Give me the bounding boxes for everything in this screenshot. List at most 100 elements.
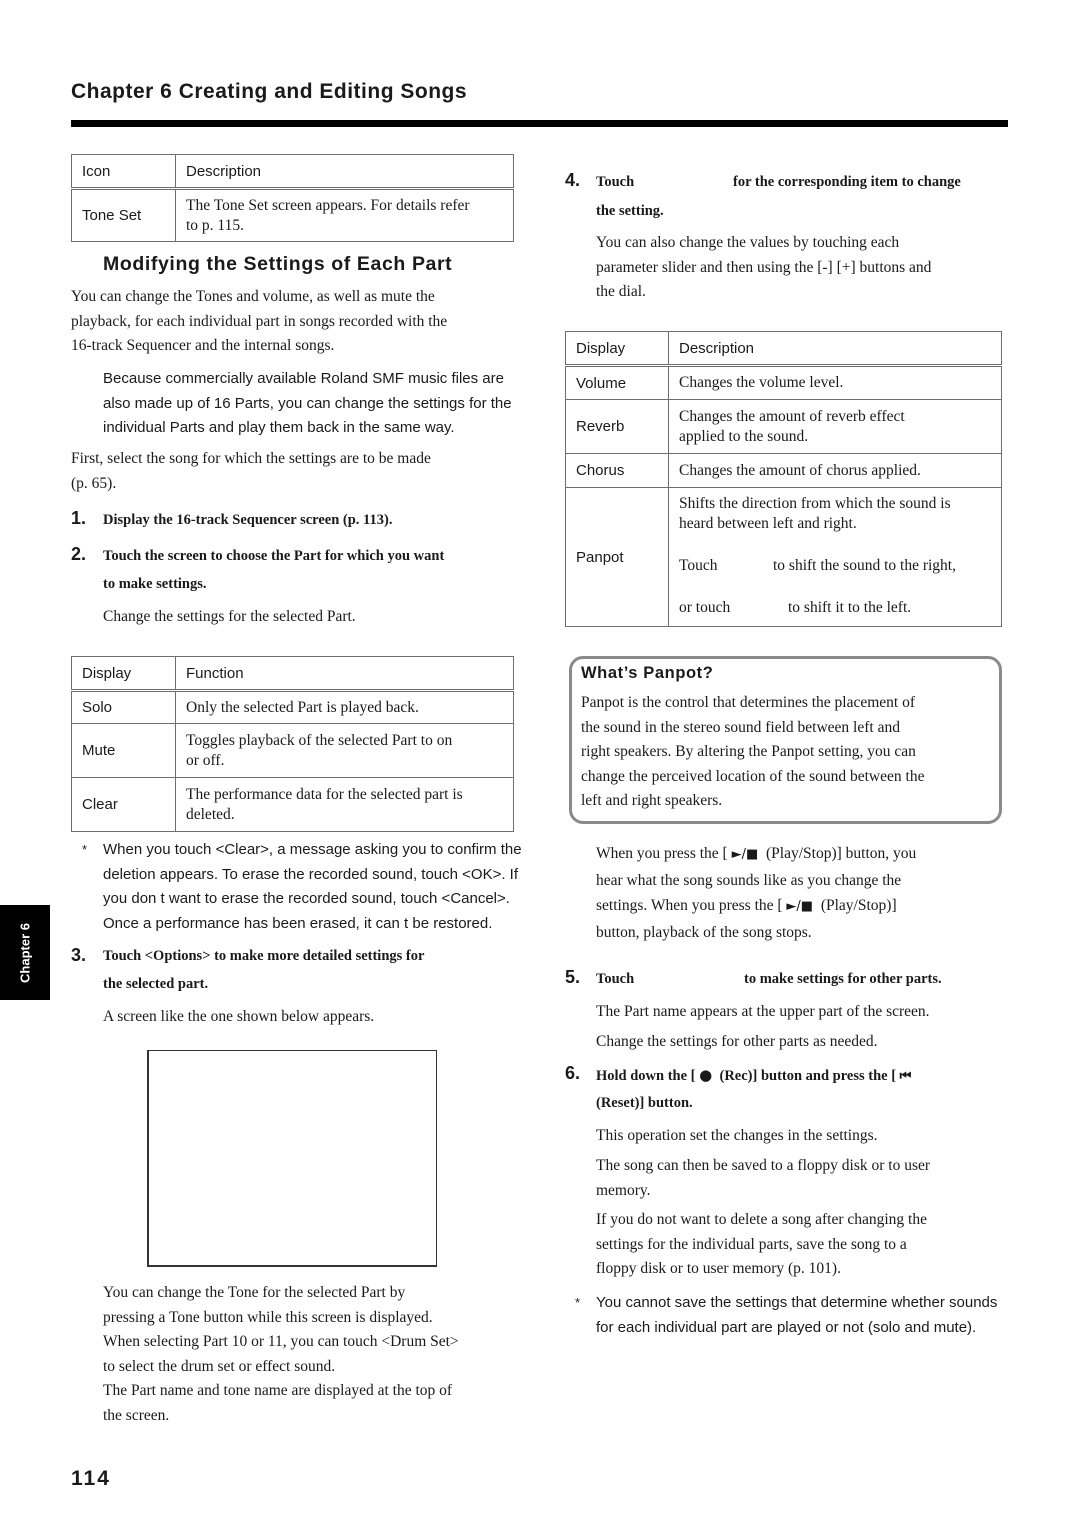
desc-line: heard between left and right. <box>679 515 857 532</box>
table-header-cell: Function <box>175 656 514 692</box>
step-number: 2. <box>71 544 87 564</box>
text-line: to select the drum set or effect sound. <box>103 1357 336 1375</box>
text-line: memory. <box>596 1181 651 1199</box>
chapter-side-tab: Chapter 6 <box>0 905 50 1000</box>
table-row: Mute Toggles playback of the selected Pa… <box>71 723 514 778</box>
step-text: Display the 16-track Sequencer screen (p… <box>103 512 393 528</box>
table-row: Chorus Changes the amount of chorus appl… <box>565 453 1002 488</box>
note-asterisk: * <box>82 842 88 857</box>
table-cell-label: Solo <box>71 690 176 724</box>
text-line: When you press the [ ►/■ (Play/Stop)] bu… <box>596 841 916 868</box>
play-stop-note: When you press the [ ►/■ (Play/Stop)] bu… <box>596 841 916 945</box>
save-note: You cannot save the settings that determ… <box>596 1291 997 1340</box>
text-line: You can change the Tone for the selected… <box>103 1284 406 1301</box>
table-row: Tone Set The Tone Set screen appears. Fo… <box>71 188 514 242</box>
step-text: Touch <box>596 971 635 987</box>
text-line: (p. 65). <box>71 474 117 492</box>
step-sub-text: A screen like the one shown below appear… <box>103 1008 375 1025</box>
table-row: Reverb Changes the amount of reverb effe… <box>565 399 1002 454</box>
table-cell-label: Reverb <box>565 399 669 454</box>
step-text: for the corresponding item to change <box>733 174 961 190</box>
step-text: Hold down the [ ● (Rec)] button and pres… <box>596 1061 911 1091</box>
screen-image-placeholder <box>147 1050 437 1267</box>
pan-right-line: Touch to shift the sound to the right, <box>679 556 991 576</box>
table-header-cell: Description <box>668 331 1002 367</box>
text-line: the screen. <box>103 1406 170 1424</box>
play-stop-icon: ►/■ <box>731 847 759 862</box>
text-line: When you touch <Clear>, a message asking… <box>103 841 522 858</box>
text-fragment: settings. When you press the [ <box>596 897 783 914</box>
record-icon: ● <box>699 1066 713 1084</box>
step-sub-text: The Part name appears at the upper part … <box>596 1003 930 1020</box>
text-line: Because commercially available Roland SM… <box>103 370 504 387</box>
table-cell-label: Clear <box>71 777 176 832</box>
text-line: button, playback of the song stops. <box>596 923 812 941</box>
text-line: the sound in the stereo sound field betw… <box>581 718 900 736</box>
table-cell-label: Chorus <box>565 453 669 488</box>
step-text: Touch <Options> to make more detailed se… <box>103 942 424 998</box>
table-header-cell: Display <box>71 656 176 692</box>
step-number: 3. <box>71 945 87 965</box>
step-sub-text: Change the settings for the selected Par… <box>103 608 356 625</box>
play-stop-icon: ►/■ <box>786 899 814 914</box>
clear-note: When you touch <Clear>, a message asking… <box>103 838 522 936</box>
pan-left-line: or touch to shift it to the left. <box>679 598 991 618</box>
text-line: right speakers. By altering the Panpot s… <box>581 743 916 760</box>
text-line: When selecting Part 10 or 11, you can to… <box>103 1333 459 1350</box>
text-line: Touch <Options> to make more detailed se… <box>103 948 425 964</box>
desc-line: Toggles playback of the selected Part to… <box>186 731 453 749</box>
step-number: 5. <box>565 967 581 987</box>
table-cell-desc: Changes the amount of reverb effect appl… <box>668 399 1002 454</box>
desc-line: deleted. <box>186 805 235 823</box>
info-box-title: What’s Panpot? <box>581 664 714 682</box>
select-song-paragraph: First, select the song for which the set… <box>71 447 431 496</box>
text-line: Panpot is the control that determines th… <box>581 694 916 711</box>
table-header-row: Display Description <box>565 331 1002 367</box>
chapter-title: Chapter 6 Creating and Editing Songs <box>71 80 468 103</box>
text-fragment: Touch <box>679 557 718 574</box>
text-fragment: Hold down the [ <box>596 1068 696 1084</box>
step-text: to make settings for other parts. <box>744 971 942 987</box>
table-cell-desc: Changes the volume level. <box>668 365 1002 400</box>
text-line: Once a performance has been erased, it c… <box>103 914 493 932</box>
smf-note: Because commercially available Roland SM… <box>103 367 512 441</box>
section-title: Modifying the Settings of Each Part <box>103 253 453 275</box>
text-line: the dial. <box>596 283 646 300</box>
table-row: Clear The performance data for the selec… <box>71 777 514 832</box>
table-header-cell: Description <box>175 154 514 190</box>
text-line: the selected part. <box>103 976 209 992</box>
table-header-cell: Display <box>565 331 669 367</box>
text-line: left and right speakers. <box>581 792 723 809</box>
text-fragment: or touch <box>679 599 731 616</box>
text-line: First, select the song for which the set… <box>71 450 431 467</box>
table-cell-desc: The performance data for the selected pa… <box>175 777 514 832</box>
text-line: parameter slider and then using the [-] … <box>596 258 932 276</box>
table-cell-desc: The Tone Set screen appears. For details… <box>175 188 514 242</box>
parameter-table: Display Description Volume Changes the v… <box>565 331 1002 627</box>
text-line: Touch the screen to choose the Part for … <box>103 548 445 564</box>
table-cell-desc: Toggles playback of the selected Part to… <box>175 723 514 778</box>
desc-line: Shifts the direction from which the soun… <box>679 495 951 512</box>
desc-line: or off. <box>186 751 225 769</box>
text-line: If you do not want to delete a song afte… <box>596 1211 927 1228</box>
desc-line: to p. 115. <box>186 216 244 234</box>
icon-table: Icon Description Tone Set The Tone Set s… <box>71 154 514 242</box>
text-fragment: (Play/Stop)] <box>820 897 897 914</box>
text-line: playback, for each individual part in so… <box>71 312 448 330</box>
table-cell-label: Mute <box>71 723 176 778</box>
text-line: You cannot save the settings that determ… <box>596 1294 998 1311</box>
text-line: The Part name and tone name are displaye… <box>103 1382 453 1399</box>
text-line: change the perceived location of the sou… <box>581 767 925 785</box>
text-line: You can change the Tones and volume, as … <box>71 288 435 305</box>
title-rule <box>71 120 1008 127</box>
table-cell-label: Tone Set <box>71 188 176 242</box>
text-line: The song can then be saved to a floppy d… <box>596 1157 931 1174</box>
step-sub-text: You can also change the values by touchi… <box>596 231 931 305</box>
step-number: 6. <box>565 1063 581 1083</box>
text-fragment: to shift the sound to the right, <box>773 557 956 574</box>
text-line: deletion appears. To erase the recorded … <box>103 865 518 883</box>
text-line: floppy disk or to user memory (p. 101). <box>596 1260 841 1277</box>
info-box-body: Panpot is the control that determines th… <box>581 691 924 814</box>
text-line: to make settings. <box>103 576 207 592</box>
text-line: settings for the individual parts, save … <box>596 1235 907 1253</box>
